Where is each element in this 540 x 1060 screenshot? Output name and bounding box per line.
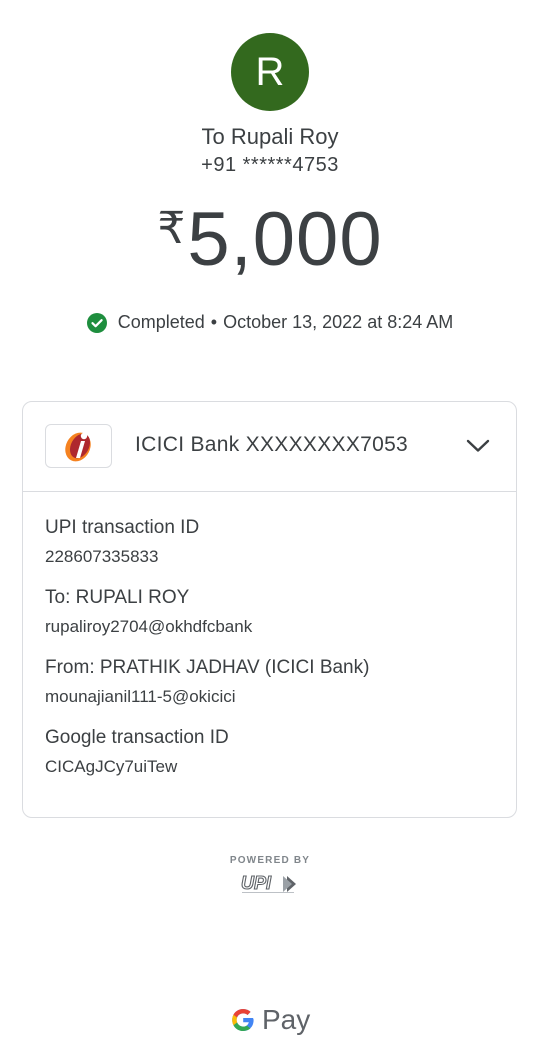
status-text: Completed (117, 312, 205, 332)
detail-label: To: RUPALI ROY (45, 587, 190, 608)
transaction-details-card: ICICI Bank XXXXXXXX7053 UPI transaction … (22, 401, 517, 818)
detail-value[interactable]: rupaliroy2704@okhdfcbank (45, 615, 516, 639)
payment-amount: ₹5,000 (0, 196, 540, 283)
recipient-name: To Rupali Roy (201, 124, 339, 149)
upi-logo-icon: UPI (240, 872, 296, 894)
detail-row-from: From: PRATHIK JADHAV (ICICI Bank) mounaj… (45, 655, 516, 709)
avatar-initial: R (255, 49, 285, 94)
bank-account-name: ICICI Bank XXXXXXXX7053 (135, 433, 409, 456)
transaction-details: UPI transaction ID 228607335833 To: RUPA… (23, 492, 516, 779)
status-datetime: October 13, 2022 at 8:24 AM (223, 312, 454, 332)
powered-by-label: POWERED BY (229, 855, 311, 866)
status-separator: • (210, 312, 218, 332)
recipient-avatar: R (231, 33, 309, 111)
google-pay-logo: Pay (229, 1003, 310, 1037)
detail-value[interactable]: mounajianil111-5@okicici (45, 685, 516, 709)
detail-row-upi-id: UPI transaction ID 228607335833 (45, 515, 516, 569)
google-g-icon (232, 1009, 254, 1031)
detail-label: From: PRATHIK JADHAV (ICICI Bank) (45, 657, 370, 678)
bank-account-selector[interactable]: ICICI Bank XXXXXXXX7053 (23, 402, 516, 492)
detail-value[interactable]: 228607335833 (45, 545, 516, 569)
icici-logo-icon (45, 424, 112, 468)
detail-value[interactable]: CICAgJCy7uiTew (45, 755, 516, 779)
detail-label: Google transaction ID (45, 727, 229, 748)
recipient-phone: +91 ******4753 (201, 154, 339, 176)
detail-row-to: To: RUPALI ROY rupaliroy2704@okhdfcbank (45, 585, 516, 639)
chevron-down-icon[interactable] (464, 432, 492, 460)
detail-label: UPI transaction ID (45, 517, 200, 538)
check-circle-icon (86, 312, 107, 333)
payment-status: Completed • October 13, 2022 at 8:24 AM (0, 312, 540, 333)
currency-symbol: ₹ (157, 204, 186, 253)
detail-row-google-id: Google transaction ID CICAgJCy7uiTew (45, 725, 516, 779)
amount-value: 5,000 (187, 197, 383, 282)
pay-wordmark: Pay (262, 1004, 311, 1035)
svg-text:UPI: UPI (241, 873, 272, 893)
